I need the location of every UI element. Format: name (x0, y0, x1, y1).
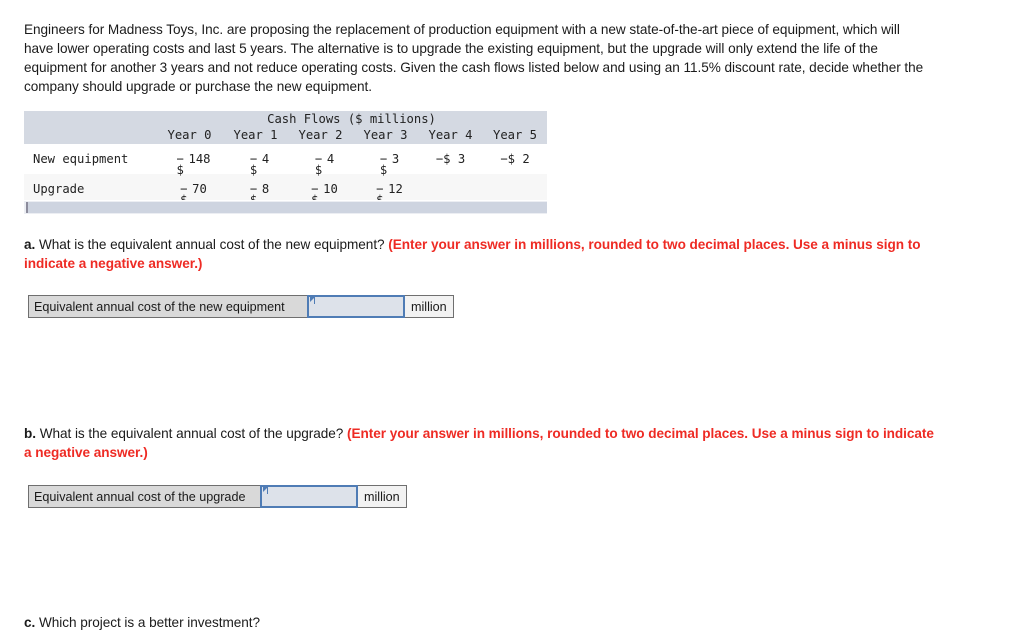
money-value: − $4 (314, 152, 335, 177)
cell-new-equipment-year-0: − $148 (156, 144, 223, 177)
answer-b-label: Equivalent annual cost of the upgrade (28, 485, 260, 508)
table-title-row: Cash Flows ($ millions) (24, 111, 548, 127)
table-title: Cash Flows ($ millions) (156, 111, 548, 127)
money-value: −$12 (376, 182, 403, 206)
question-c-text: Which project is a better investment? (35, 615, 261, 630)
scrollbar-thumb[interactable] (26, 202, 547, 213)
table-row: New equipment − $148 − $4 − $4 − $3 −$ 3 −$ … (24, 144, 548, 177)
column-header-year-0: Year 0 (156, 127, 223, 144)
column-header-year-1: Year 1 (223, 127, 288, 144)
column-header-year-4: Year 4 (418, 127, 483, 144)
table-body: New equipment − $148 − $4 − $4 − $3 −$ 3 −$ … (24, 144, 548, 206)
row-label-new-equipment: New equipment (24, 144, 156, 174)
cell-new-equipment-year-1: − $4 (223, 144, 288, 177)
money-value: − $4 (249, 152, 270, 177)
question-a-marker: a. (24, 237, 36, 252)
table-horizontal-scrollbar[interactable] (24, 200, 547, 214)
answer-b-unit: million (358, 485, 407, 508)
column-header-year-3: Year 3 (353, 127, 418, 144)
money-value: −$ 3 (435, 152, 466, 166)
column-header-blank (24, 127, 156, 144)
question-a-text: What is the equivalent annual cost of th… (35, 237, 389, 252)
money-value: −$70 (180, 182, 207, 206)
answer-a-input-cell[interactable] (307, 295, 405, 318)
question-b-marker: b. (24, 426, 36, 441)
column-header-year-2: Year 2 (288, 127, 353, 144)
money-value: −$8 (249, 182, 270, 206)
table-head: Cash Flows ($ millions) Year 0 Year 1 Ye… (24, 111, 548, 144)
cash-flow-table-container: Cash Flows ($ millions) Year 0 Year 1 Ye… (24, 111, 548, 206)
question-b: b. What is the equivalent annual cost of… (24, 424, 934, 462)
question-b-text: What is the equivalent annual cost of th… (35, 426, 348, 441)
cell-new-equipment-year-5: −$ 2 (483, 144, 548, 174)
table-header-row: Year 0 Year 1 Year 2 Year 3 Year 4 Year … (24, 127, 548, 144)
question-c-marker: c. (24, 615, 36, 630)
cell-new-equipment-year-3: − $3 (353, 144, 418, 177)
money-value: −$ 2 (500, 152, 530, 166)
money-value: − $148 (176, 152, 211, 177)
money-value: −$10 (311, 182, 338, 206)
column-header-year-5: Year 5 (483, 127, 548, 144)
answer-row-b: Equivalent annual cost of the upgrade mi… (28, 485, 407, 508)
answer-a-label: Equivalent annual cost of the new equipm… (28, 295, 307, 318)
answer-a-unit: million (405, 295, 454, 318)
answer-row-a: Equivalent annual cost of the new equipm… (28, 295, 454, 318)
question-a: a. What is the equivalent annual cost of… (24, 235, 934, 273)
answer-b-input-cell[interactable] (260, 485, 358, 508)
cash-flow-table: Cash Flows ($ millions) Year 0 Year 1 Ye… (24, 111, 548, 206)
problem-statement: Engineers for Madness Toys, Inc. are pro… (24, 22, 924, 94)
cell-new-equipment-year-4: −$ 3 (418, 144, 483, 174)
cell-new-equipment-year-2: − $4 (288, 144, 353, 177)
answer-b-input[interactable] (262, 487, 356, 506)
money-value: − $3 (379, 152, 400, 177)
question-c: c. Which project is a better investment? (24, 613, 934, 632)
table-title-spacer (24, 111, 156, 127)
answer-a-input[interactable] (309, 297, 403, 316)
